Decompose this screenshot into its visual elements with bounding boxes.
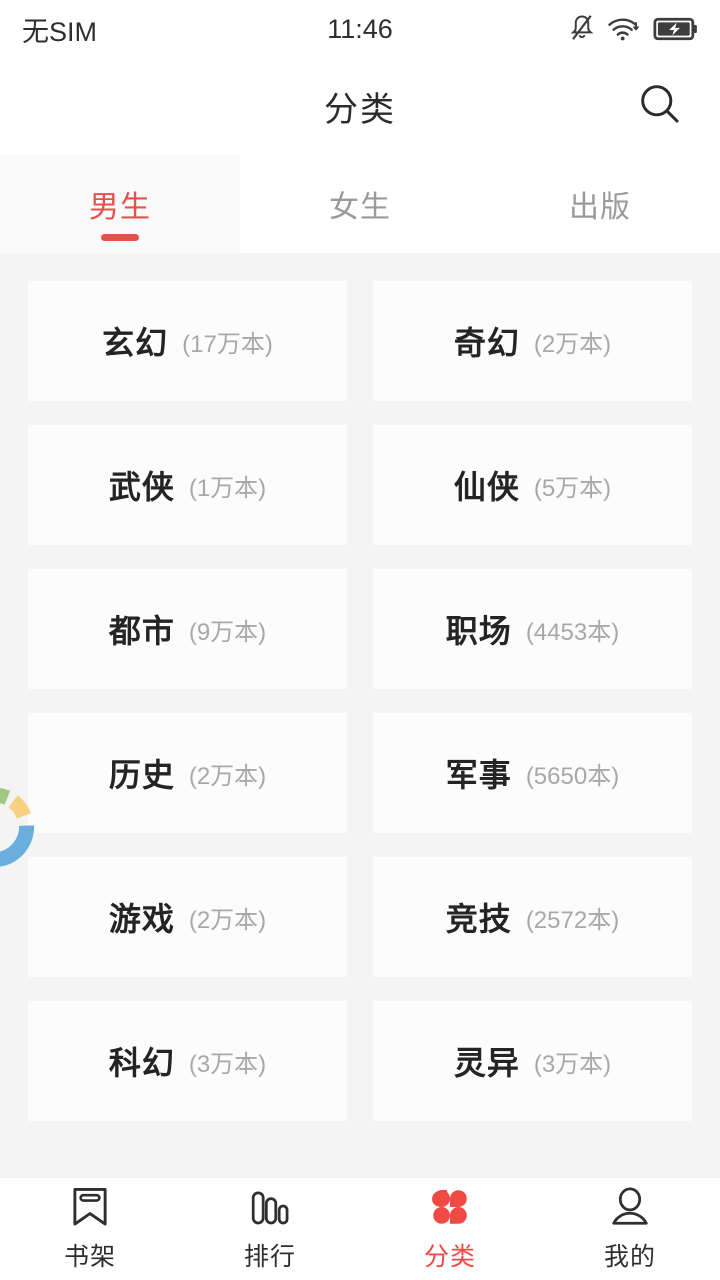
wifi-icon <box>607 15 641 43</box>
category-card[interactable]: 竞技 (2572本) <box>373 857 692 977</box>
category-count: (5万本) <box>533 474 612 502</box>
nav-item-profile[interactable]: 我的 <box>540 1178 720 1280</box>
category-name: 科幻 <box>108 1045 175 1081</box>
category-name: 竞技 <box>445 901 512 937</box>
search-button[interactable] <box>630 77 690 137</box>
tab-publication-label: 出版 <box>569 191 631 224</box>
category-name: 武侠 <box>108 469 175 505</box>
category-name: 都市 <box>108 613 175 649</box>
category-count: (5650本) <box>525 762 620 790</box>
category-count: (2万本) <box>533 330 612 358</box>
category-card[interactable]: 仙侠 (5万本) <box>373 425 692 545</box>
person-icon <box>609 1186 651 1228</box>
tab-active-underline <box>101 234 139 241</box>
tab-female-label: 女生 <box>329 191 391 224</box>
tab-male-label: 男生 <box>89 191 151 224</box>
nav-label-profile: 我的 <box>603 1242 656 1271</box>
category-card[interactable]: 历史 (2万本) <box>28 713 347 833</box>
category-count: (4453本) <box>525 618 620 646</box>
ranking-bars-icon <box>249 1186 291 1228</box>
battery-charging-icon <box>652 16 698 42</box>
tab-male[interactable]: 男生 <box>0 155 240 253</box>
category-name: 仙侠 <box>453 469 520 505</box>
nav-label-bookshelf: 书架 <box>63 1242 116 1271</box>
category-content: 玄幻 (17万本) 奇幻 (2万本) 武侠 (1万本) 仙侠 (5万本) 都市 … <box>0 253 720 1177</box>
nav-item-ranking[interactable]: 排行 <box>180 1178 360 1280</box>
status-icons <box>568 14 698 44</box>
category-name: 历史 <box>108 757 175 793</box>
nav-item-bookshelf[interactable]: 书架 <box>0 1178 180 1280</box>
category-name: 奇幻 <box>453 325 520 361</box>
carrier-label: 无SIM <box>22 16 98 47</box>
category-grid: 玄幻 (17万本) 奇幻 (2万本) 武侠 (1万本) 仙侠 (5万本) 都市 … <box>28 281 692 1121</box>
category-count: (3万本) <box>533 1050 612 1078</box>
status-bar: 无SIM 11:46 <box>0 0 720 58</box>
nav-label-ranking: 排行 <box>243 1242 296 1271</box>
category-name: 灵异 <box>453 1045 520 1081</box>
gender-tabs: 男生 女生 出版 <box>0 155 720 253</box>
category-card[interactable]: 军事 (5650本) <box>373 713 692 833</box>
category-card[interactable]: 奇幻 (2万本) <box>373 281 692 401</box>
loading-donut-widget[interactable] <box>0 782 40 874</box>
search-icon <box>637 81 683 132</box>
nav-item-category[interactable]: 分类 <box>360 1178 540 1280</box>
page-title: 分类 <box>324 91 396 129</box>
category-card[interactable]: 游戏 (2万本) <box>28 857 347 977</box>
tab-female[interactable]: 女生 <box>240 155 480 253</box>
category-count: (2万本) <box>188 906 267 934</box>
category-count: (2572本) <box>525 906 620 934</box>
category-dots-icon <box>429 1186 471 1228</box>
category-card[interactable]: 科幻 (3万本) <box>28 1001 347 1121</box>
category-card[interactable]: 都市 (9万本) <box>28 569 347 689</box>
bottom-navigation: 书架 排行 分类 我的 <box>0 1177 720 1280</box>
category-count: (1万本) <box>188 474 267 502</box>
bell-muted-icon <box>568 14 596 44</box>
category-name: 玄幻 <box>102 325 169 361</box>
category-count: (3万本) <box>188 1050 267 1078</box>
category-name: 游戏 <box>108 901 175 937</box>
nav-label-category: 分类 <box>423 1242 476 1271</box>
tab-publication[interactable]: 出版 <box>480 155 720 253</box>
category-card[interactable]: 玄幻 (17万本) <box>28 281 347 401</box>
app-header: 分类 <box>0 58 720 155</box>
category-count: (17万本) <box>182 330 273 358</box>
category-count: (9万本) <box>188 618 267 646</box>
category-name: 职场 <box>445 613 512 649</box>
category-card[interactable]: 武侠 (1万本) <box>28 425 347 545</box>
category-card[interactable]: 灵异 (3万本) <box>373 1001 692 1121</box>
category-name: 军事 <box>445 757 512 793</box>
category-count: (2万本) <box>188 762 267 790</box>
category-card[interactable]: 职场 (4453本) <box>373 569 692 689</box>
bookmark-icon <box>69 1186 111 1228</box>
